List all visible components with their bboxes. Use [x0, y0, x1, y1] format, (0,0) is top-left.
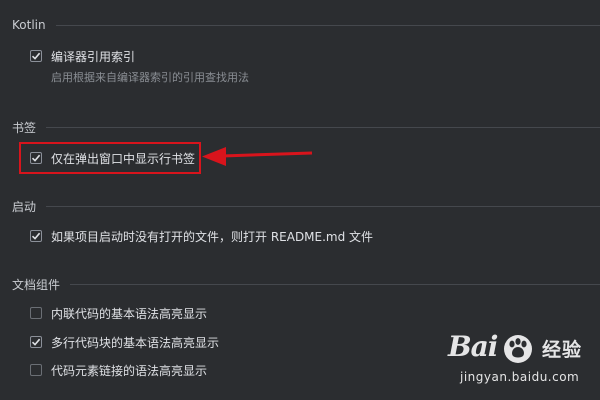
section-title-startup: 启动 [12, 199, 37, 214]
checkbox-compiler-reference-index[interactable] [30, 50, 42, 62]
watermark-brand: Bai [448, 330, 498, 363]
option-compiler-reference-index[interactable]: 编译器引用索引 [30, 47, 135, 65]
option-label: 如果项目启动时没有打开的文件，则打开 README.md 文件 [51, 229, 374, 244]
baidu-paw-icon [504, 335, 532, 363]
option-open-readme[interactable]: 如果项目启动时没有打开的文件，则打开 README.md 文件 [30, 227, 373, 245]
option-multiline-code-highlight[interactable]: 多行代码块的基本语法高亮显示 [30, 333, 219, 351]
arrow-left-icon [202, 147, 313, 166]
section-kotlin: Kotlin [12, 16, 600, 34]
option-hint: 启用根据来自编译器索引的引用查找用法 [51, 71, 249, 84]
option-label: 内联代码的基本语法高亮显示 [51, 306, 208, 321]
highlight-annotation-box [19, 142, 201, 174]
section-divider [46, 126, 600, 128]
section-bookmarks: 书签 [12, 118, 600, 136]
option-label: 代码元素链接的语法高亮显示 [51, 363, 208, 378]
checkmark-icon [31, 338, 41, 346]
section-divider [46, 205, 600, 207]
option-label: 多行代码块的基本语法高亮显示 [51, 335, 220, 350]
section-doc-components: 文档组件 [12, 275, 600, 293]
checkmark-icon [31, 232, 41, 240]
section-divider [70, 283, 600, 285]
checkbox-inline-code-highlight[interactable] [30, 307, 42, 319]
watermark-url: jingyan.baidu.com [460, 370, 580, 384]
checkbox-open-readme[interactable] [30, 230, 42, 242]
section-title-kotlin: Kotlin [12, 18, 46, 32]
option-code-element-link-highlight[interactable]: 代码元素链接的语法高亮显示 [30, 361, 207, 379]
section-title-bookmarks: 书签 [12, 120, 37, 135]
option-label: 编译器引用索引 [51, 49, 136, 64]
checkbox-multiline-code-highlight[interactable] [30, 336, 42, 348]
section-title-doc-components: 文档组件 [12, 277, 61, 292]
baidu-jingyan-watermark: Bai 经验 jingyan.baidu.com [448, 330, 594, 388]
checkbox-code-element-link-highlight[interactable] [30, 364, 42, 376]
option-inline-code-highlight[interactable]: 内联代码的基本语法高亮显示 [30, 304, 207, 322]
checkmark-icon [31, 52, 41, 60]
section-startup: 启动 [12, 197, 600, 215]
watermark-brand-suffix: 经验 [542, 339, 583, 361]
settings-page: Kotlin 编译器引用索引 启用根据来自编译器索引的引用查找用法 书签 仅在弹… [0, 0, 600, 400]
section-divider [55, 24, 600, 26]
